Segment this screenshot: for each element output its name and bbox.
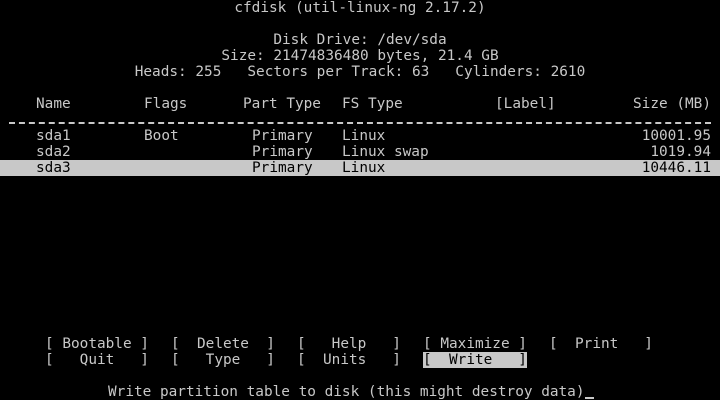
partition-fs-type: Linux swap <box>342 144 429 160</box>
partition-size: 10446.11 <box>641 160 711 176</box>
partition-part-type: Primary <box>252 128 313 144</box>
partition-name: sda3 <box>36 160 71 176</box>
partition-size: 10001.95 <box>641 128 711 144</box>
units-button[interactable]: [ Units ] <box>297 352 401 368</box>
disk-size-label: Size: 21474836480 bytes, 21.4 GB <box>221 48 499 64</box>
bootable-button[interactable]: [ Bootable ] <box>45 336 149 352</box>
app-title: cfdisk (util-linux-ng 2.17.2) <box>234 0 486 16</box>
status-message: Write partition table to disk (this migh… <box>108 384 585 400</box>
column-header-part-type: Part Type <box>243 96 321 112</box>
quit-button[interactable]: [ Quit ] <box>45 352 149 368</box>
partition-fs-type: Linux <box>342 160 386 176</box>
status-line: Write partition table to disk (this migh… <box>108 384 594 400</box>
partition-name: sda2 <box>36 144 71 160</box>
partition-part-type: Primary <box>252 160 313 176</box>
cursor-icon <box>584 397 594 399</box>
table-divider <box>9 122 711 124</box>
table-row[interactable]: sda1 Boot Primary Linux 10001.95 <box>0 128 720 144</box>
table-row[interactable]: sda2 Primary Linux swap 1019.94 <box>0 144 720 160</box>
table-row-selected[interactable]: sda3 Primary Linux 10446.11 <box>0 160 720 176</box>
partition-size: 1019.94 <box>650 144 711 160</box>
column-header-label: [Label] <box>495 96 556 112</box>
partition-fs-type: Linux <box>342 128 386 144</box>
column-header-fs-type: FS Type <box>342 96 403 112</box>
maximize-button[interactable]: [ Maximize ] <box>423 336 527 352</box>
partition-part-type: Primary <box>252 144 313 160</box>
disk-geometry-label: Heads: 255 Sectors per Track: 63 Cylinde… <box>134 64 586 80</box>
type-button[interactable]: [ Type ] <box>171 352 275 368</box>
partition-flags: Boot <box>144 128 179 144</box>
column-header-flags: Flags <box>144 96 188 112</box>
print-button[interactable]: [ Print ] <box>549 336 653 352</box>
delete-button[interactable]: [ Delete ] <box>171 336 275 352</box>
write-button[interactable]: [ Write ] <box>423 352 527 368</box>
partition-name: sda1 <box>36 128 71 144</box>
column-header-name: Name <box>36 96 71 112</box>
column-header-size: Size (MB) <box>633 96 711 112</box>
help-button[interactable]: [ Help ] <box>297 336 401 352</box>
disk-drive-label: Disk Drive: /dev/sda <box>273 32 447 48</box>
